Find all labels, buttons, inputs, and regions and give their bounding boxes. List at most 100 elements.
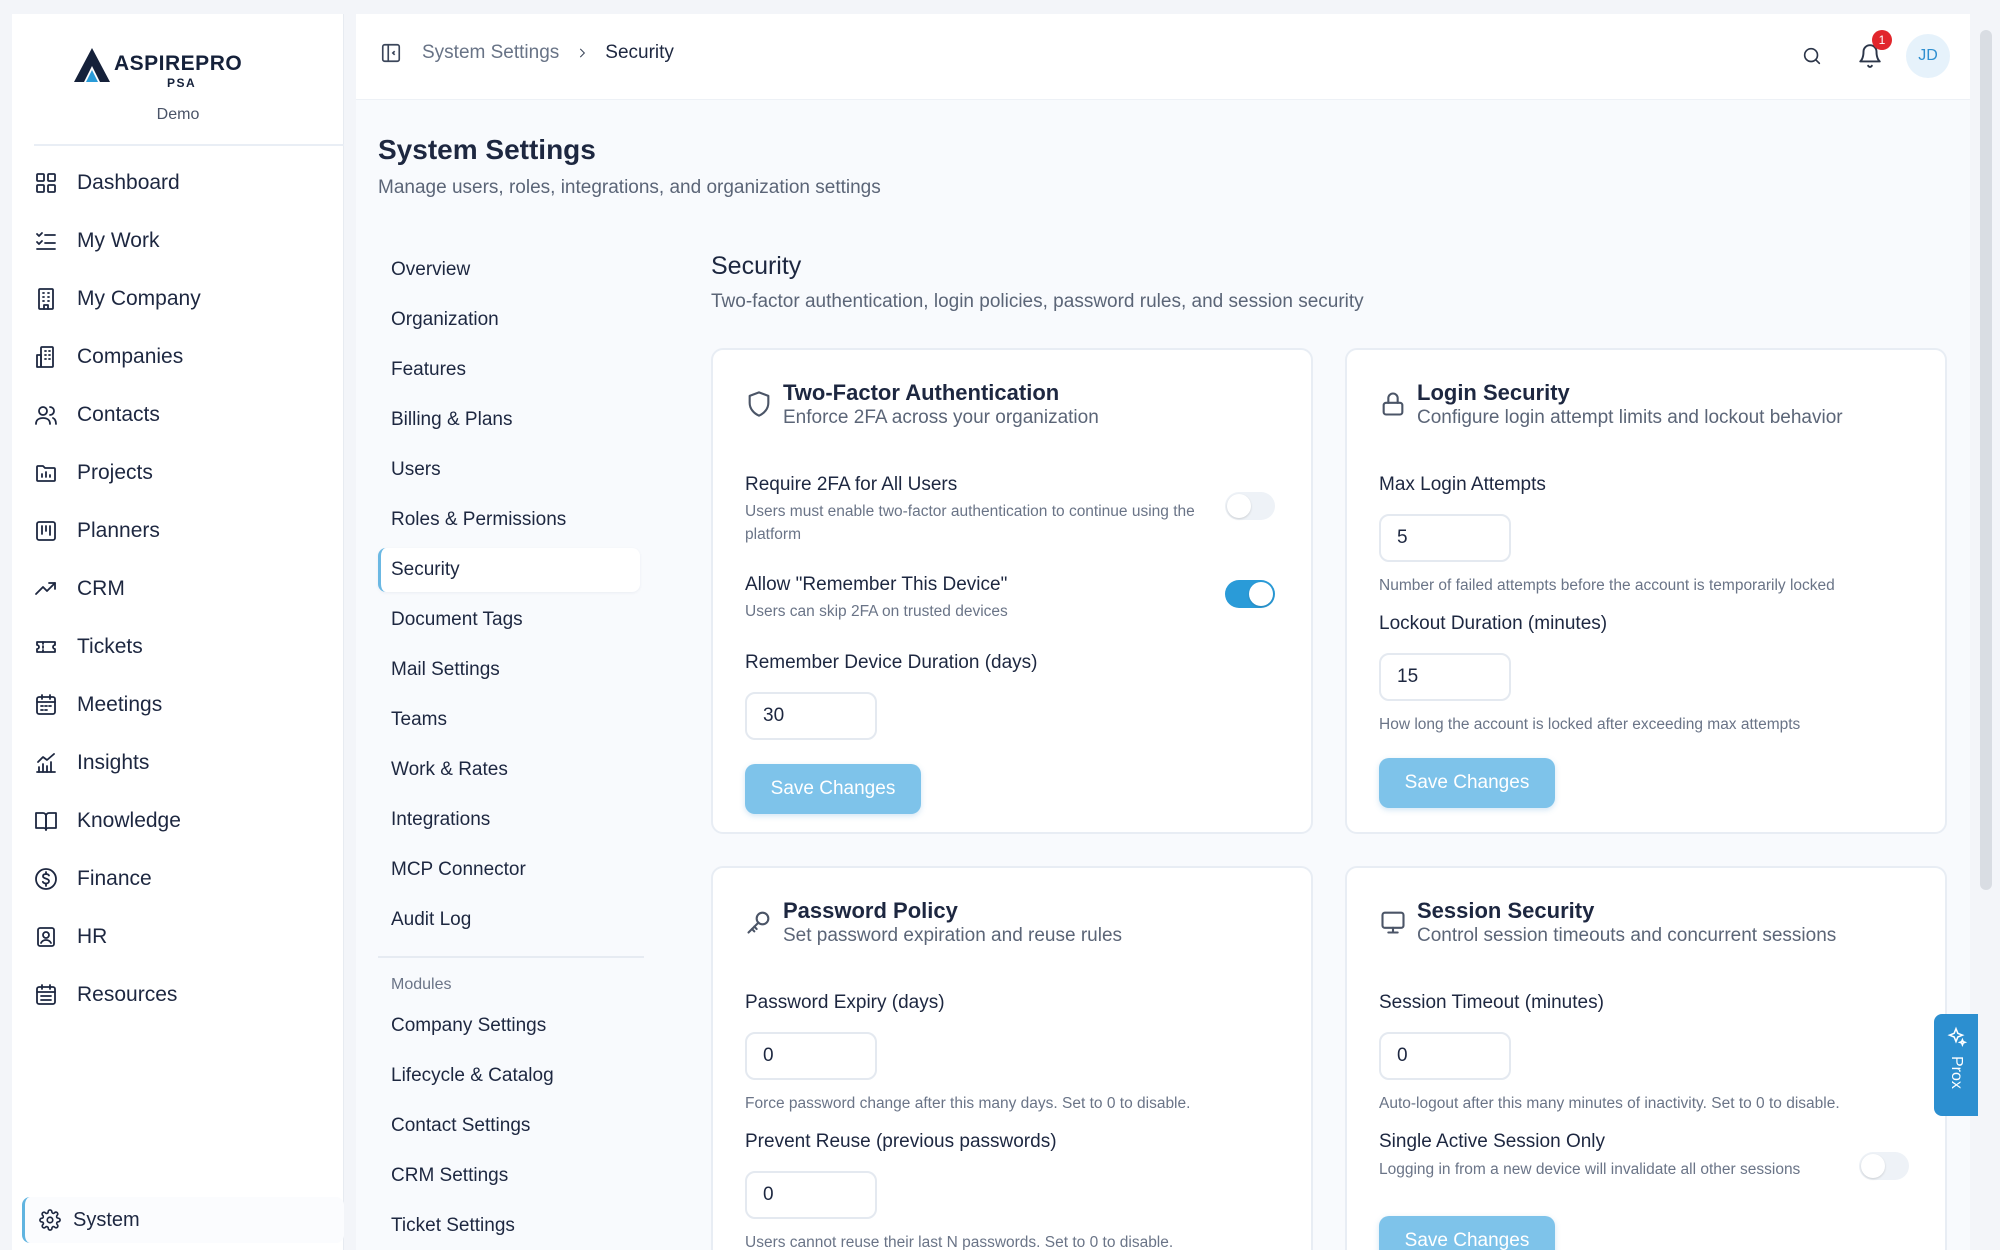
settings-item-ticket-settings[interactable]: Ticket Settings: [378, 1204, 640, 1248]
folder-chart-icon: [32, 459, 60, 487]
sidebar-item-crm[interactable]: CRM: [32, 567, 332, 611]
settings-item-security[interactable]: Security: [378, 548, 640, 592]
sidebar-item-planners[interactable]: Planners: [32, 509, 332, 553]
key-icon: [745, 908, 775, 947]
calendar-list-icon: [32, 981, 60, 1009]
sidebar-item-label: Projects: [77, 461, 153, 484]
sidebar: ASPIREPRO PSA Demo Dashboard My Work My …: [12, 14, 344, 1250]
search-button[interactable]: [1790, 34, 1834, 78]
prevent-reuse-input[interactable]: [745, 1171, 877, 1219]
lock-icon: [1379, 390, 1409, 429]
settings-item-features[interactable]: Features: [378, 348, 640, 392]
settings-item-mail-settings[interactable]: Mail Settings: [378, 648, 640, 692]
id-badge-icon: [32, 923, 60, 951]
card-header: Password Policy Set password expiration …: [745, 898, 1122, 947]
tenant-name: Demo: [156, 106, 200, 123]
lockout-duration-label: Lockout Duration (minutes): [1379, 613, 1608, 634]
chevron-right-icon: [575, 46, 589, 60]
sidebar-item-my-work[interactable]: My Work: [32, 219, 332, 263]
bar-chart-icon: [32, 749, 60, 777]
password-expiry-input[interactable]: [745, 1032, 877, 1080]
settings-item-overview[interactable]: Overview: [378, 248, 640, 292]
breadcrumb-parent[interactable]: System Settings: [422, 42, 559, 64]
breadcrumb-current: Security: [605, 42, 674, 63]
search-icon: [1803, 47, 1821, 65]
avatar[interactable]: JD: [1906, 34, 1950, 78]
password-expiry-label: Password Expiry (days): [745, 992, 945, 1013]
sidebar-item-label: Resources: [77, 983, 178, 1006]
max-attempts-label: Max Login Attempts: [1379, 474, 1546, 495]
remember-duration-label: Remember Device Duration (days): [745, 652, 1038, 673]
settings-item-roles[interactable]: Roles & Permissions: [378, 498, 640, 542]
shield-icon: [745, 390, 775, 429]
monitor-icon: [1379, 908, 1409, 947]
sidebar-item-label: Knowledge: [77, 809, 181, 832]
sidebar-item-insights[interactable]: Insights: [32, 741, 332, 785]
sidebar-item-hr[interactable]: HR: [32, 915, 332, 959]
sidebar-toggle-icon[interactable]: [380, 42, 402, 64]
settings-item-users[interactable]: Users: [378, 448, 640, 492]
lockout-duration-input[interactable]: [1379, 653, 1511, 701]
remember-device-toggle[interactable]: [1225, 580, 1275, 608]
sidebar-item-label: Tickets: [77, 635, 143, 658]
max-attempts-help: Number of failed attempts before the acc…: [1379, 577, 1835, 594]
session-timeout-label: Session Timeout (minutes): [1379, 992, 1604, 1013]
sidebar-item-my-company[interactable]: My Company: [32, 277, 332, 321]
prevent-reuse-help: Users cannot reuse their last N password…: [745, 1234, 1174, 1250]
remember-duration-input[interactable]: [745, 692, 877, 740]
sidebar-item-dashboard[interactable]: Dashboard: [32, 161, 332, 205]
sidebar-item-finance[interactable]: Finance: [32, 857, 332, 901]
sidebar-item-contacts[interactable]: Contacts: [32, 393, 332, 437]
card-header: Two-Factor Authentication Enforce 2FA ac…: [745, 380, 1099, 429]
sidebar-item-knowledge[interactable]: Knowledge: [32, 799, 332, 843]
brand-name: ASPIREPRO: [114, 52, 243, 75]
brand-sub: PSA: [167, 76, 197, 90]
session-timeout-help: Auto-logout after this many minutes of i…: [1379, 1095, 1840, 1112]
settings-item-organization[interactable]: Organization: [378, 298, 640, 342]
require-2fa-toggle[interactable]: [1225, 492, 1275, 520]
card-description: Set password expiration and reuse rules: [783, 925, 1123, 946]
settings-item-mcp-connector[interactable]: MCP Connector: [378, 848, 640, 892]
scrollbar[interactable]: [1980, 30, 1992, 890]
sidebar-item-resources[interactable]: Resources: [32, 973, 332, 1017]
brand-logo[interactable]: ASPIREPRO PSA: [72, 36, 252, 96]
sidebar-item-system[interactable]: System: [22, 1197, 344, 1243]
sidebar-item-projects[interactable]: Projects: [32, 451, 332, 495]
sidebar-item-meetings[interactable]: Meetings: [32, 683, 332, 727]
settings-item-lifecycle-catalog[interactable]: Lifecycle & Catalog: [378, 1054, 640, 1098]
session-timeout-input[interactable]: [1379, 1032, 1511, 1080]
save-button[interactable]: Save Changes: [745, 764, 921, 814]
settings-item-audit-log[interactable]: Audit Log: [378, 898, 640, 942]
settings-item-company-settings[interactable]: Company Settings: [378, 1004, 640, 1048]
sidebar-item-label: Dashboard: [77, 171, 180, 194]
settings-item-work-rates[interactable]: Work & Rates: [378, 748, 640, 792]
sidebar-item-companies[interactable]: Companies: [32, 335, 332, 379]
sidebar-item-tickets[interactable]: Tickets: [32, 625, 332, 669]
sidebar-divider: [34, 144, 344, 146]
single-session-toggle[interactable]: [1859, 1152, 1909, 1180]
sidebar-item-label: Companies: [77, 345, 184, 368]
notifications-button[interactable]: 1: [1848, 30, 1892, 78]
assistant-tab[interactable]: Prox: [1934, 1014, 1978, 1116]
max-attempts-input[interactable]: [1379, 514, 1511, 562]
two-factor-card: Two-Factor Authentication Enforce 2FA ac…: [711, 348, 1313, 834]
login-security-card: Login Security Configure login attempt l…: [1345, 348, 1947, 834]
page-subtitle: Manage users, roles, integrations, and o…: [378, 177, 881, 198]
settings-item-teams[interactable]: Teams: [378, 698, 640, 742]
settings-item-crm-settings[interactable]: CRM Settings: [378, 1154, 640, 1198]
lockout-duration-help: How long the account is locked after exc…: [1379, 716, 1801, 733]
buildings-icon: [32, 343, 60, 371]
settings-item-integrations[interactable]: Integrations: [378, 798, 640, 842]
sidebar-item-label: My Company: [77, 287, 201, 310]
sidebar-item-label: Planners: [77, 519, 160, 542]
password-policy-card: Password Policy Set password expiration …: [711, 866, 1313, 1250]
settings-item-billing[interactable]: Billing & Plans: [378, 398, 640, 442]
gear-icon: [39, 1209, 61, 1231]
save-button[interactable]: Save Changes: [1379, 1216, 1555, 1250]
save-button[interactable]: Save Changes: [1379, 758, 1555, 808]
settings-menu-divider: [378, 956, 644, 958]
require-2fa-label: Require 2FA for All Users: [745, 474, 958, 495]
settings-item-contact-settings[interactable]: Contact Settings: [378, 1104, 640, 1148]
settings-item-document-tags[interactable]: Document Tags: [378, 598, 640, 642]
sidebar-item-label: Meetings: [77, 693, 163, 716]
